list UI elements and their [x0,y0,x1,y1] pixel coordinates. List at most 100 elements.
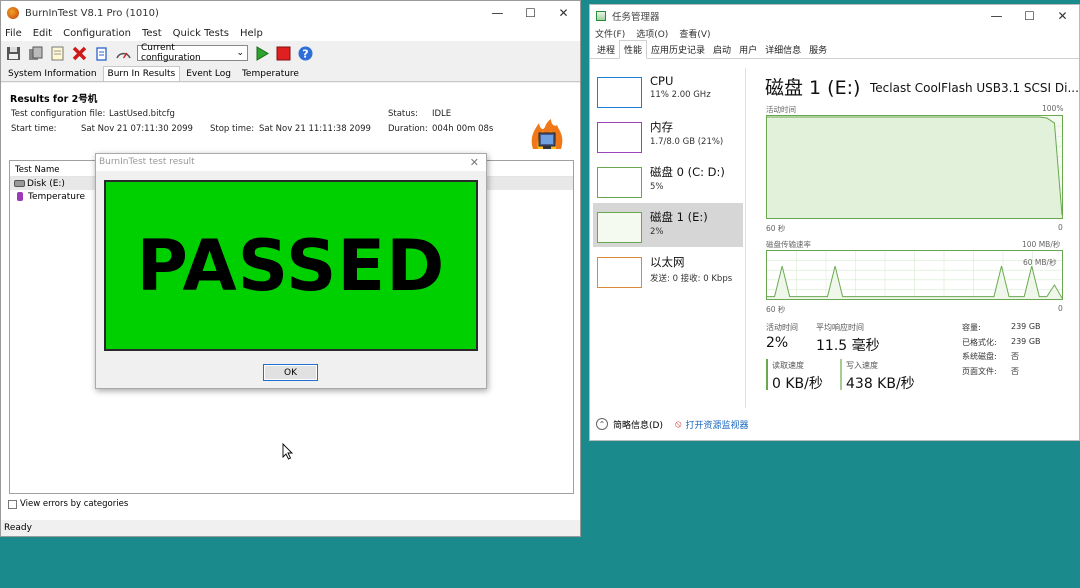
bit-tabs: System Information Burn In Results Event… [1,65,580,82]
graph2-max: 100 MB/秒 [1022,240,1061,249]
active-time-label: 活动时间 [766,323,798,332]
menu-test[interactable]: Test [142,28,162,39]
tab-users[interactable]: 用户 [735,41,761,58]
start-time-value: Sat Nov 21 07:11:30 2099 [81,124,193,134]
graph1-max: 100% [1042,104,1064,113]
system-disk-label: 系统磁盘: [962,352,997,361]
configuration-select[interactable]: Current configuration ⌄ [137,43,248,63]
mouse-pointer-icon [282,443,294,460]
notepad-icon[interactable] [49,45,66,62]
sidebar-item-disk-0[interactable]: 磁盘 0 (C: D:) 5% [590,158,745,202]
active-time-value: 2% [766,335,789,351]
bit-menubar: File Edit Configuration Test Quick Tests… [1,25,580,41]
passed-text: PASSED [136,224,446,307]
svg-text:?: ? [302,47,308,60]
checkbox[interactable] [8,499,17,509]
tab-services[interactable]: 服务 [805,41,831,58]
close-icon[interactable]: ✕ [1046,9,1079,23]
sidebar-item-value: 5% [650,182,664,192]
view-errors-label: View errors by categories [20,499,129,509]
maximize-icon[interactable]: ☐ [514,6,547,20]
series-area [767,116,1062,218]
sidebar-item-memory[interactable]: 内存 1.7/8.0 GB (21%) [590,113,745,157]
bit-titlebar: BurnInTest V8.1 Pro (1010) — ☐ ✕ [1,1,580,25]
resource-monitor-icon: ⦸ [674,418,682,430]
stop-icon[interactable] [275,45,292,62]
duration-value: 004h 00m 08s [432,124,494,134]
sidebar-item-label: 磁盘 1 (E:) [650,210,708,224]
menu-view[interactable]: 查看(V) [679,27,710,41]
copy-icon[interactable] [27,45,44,62]
maximize-icon[interactable]: ☐ [1013,9,1046,23]
tab-processes[interactable]: 进程 [593,41,619,58]
save-icon[interactable] [5,45,22,62]
bit-toolbar: Current configuration ⌄ ? [1,41,580,65]
view-errors-checkbox[interactable]: View errors by categories [8,499,128,509]
sidebar-item-value: 发送: 0 接收: 0 Kbps [650,274,733,284]
menu-file[interactable]: File [5,28,22,39]
tab-app-history[interactable]: 应用历史记录 [647,41,709,58]
fewer-details-link[interactable]: 简略信息(D) [613,418,663,431]
formatted-value: 239 GB [1011,337,1041,346]
stop-time-value: Sat Nov 21 11:11:38 2099 [259,124,371,134]
menu-options[interactable]: 选项(O) [636,27,668,41]
tm-window-title: 任务管理器 [612,12,660,23]
tab-system-information[interactable]: System Information [3,66,102,81]
results-title: Results for 2号机 [10,94,98,105]
sidebar-item-cpu[interactable]: CPU 11% 2.00 GHz [590,68,745,112]
tab-event-log[interactable]: Event Log [181,66,236,81]
tab-temperature[interactable]: Temperature [237,66,304,81]
minimize-icon[interactable]: — [980,9,1013,23]
disk-title: 磁盘 1 (E:) [765,77,861,99]
performance-sidebar: CPU 11% 2.00 GHz 内存 1.7/8.0 GB (21%) 磁盘 0 … [590,68,746,408]
sidebar-item-label: 以太网 [650,255,685,269]
open-resource-monitor-link[interactable]: 打开资源监视器 [685,418,748,431]
write-speed-value: 438 KB/秒 [846,376,915,392]
graph2-min: 0 [1058,304,1063,313]
ok-button[interactable]: OK [263,364,318,381]
sidebar-item-disk-1[interactable]: 磁盘 1 (E:) 2% [593,203,743,247]
dialog-title: BurnInTest test result [99,157,195,167]
sidebar-item-label: 磁盘 0 (C: D:) [650,165,725,179]
status-value: IDLE [432,109,452,119]
clipboard-icon[interactable] [93,45,110,62]
dialog-titlebar: BurnInTest test result ✕ [96,154,486,171]
tab-details[interactable]: 详细信息 [761,41,805,58]
burnintest-app-icon [7,7,19,19]
chevron-up-icon[interactable]: ⌃ [596,418,608,430]
minimize-icon[interactable]: — [481,6,514,20]
close-icon[interactable]: ✕ [470,156,479,169]
formatted-label: 已格式化: [962,338,997,347]
gauge-icon[interactable] [115,45,132,62]
write-speed-label: 写入速度 [846,361,878,370]
ethernet-thumbnail [597,257,642,288]
graph1-time: 60 秒 [766,224,786,233]
menu-edit[interactable]: Edit [33,28,52,39]
sidebar-item-value: 2% [650,227,664,237]
menu-quick-tests[interactable]: Quick Tests [173,28,229,39]
burnintest-flame-logo [531,119,563,149]
tab-startup[interactable]: 启动 [709,41,735,58]
config-file-value: LastUsed.bitcfg [109,109,175,119]
stop-time-label: Stop time: [210,124,255,134]
tab-burn-in-results[interactable]: Burn In Results [102,66,181,81]
read-speed-bar [766,359,768,390]
configuration-select-value: Current configuration [141,43,201,63]
response-time-value: 11.5 毫秒 [816,338,880,354]
stop-x-icon[interactable] [71,45,88,62]
menu-configuration[interactable]: Configuration [63,28,131,39]
graph1-label: 活动时间 [766,105,796,114]
page-file-value: 否 [1011,367,1019,376]
menu-file[interactable]: 文件(F) [595,27,625,41]
sidebar-item-ethernet[interactable]: 以太网发送: 0 接收: 0 Kbps [590,248,745,292]
read-speed-label: 读取速度 [772,361,804,370]
play-icon[interactable] [253,45,270,62]
close-icon[interactable]: ✕ [547,6,580,20]
tab-performance[interactable]: 性能 [619,40,648,59]
thermometer-icon [17,192,23,201]
menu-help[interactable]: Help [240,28,263,39]
response-time-label: 平均响应时间 [816,323,864,332]
write-speed-bar [840,359,842,390]
graph2-label: 磁盘传输速率 [766,240,811,249]
help-icon[interactable]: ? [297,45,314,62]
